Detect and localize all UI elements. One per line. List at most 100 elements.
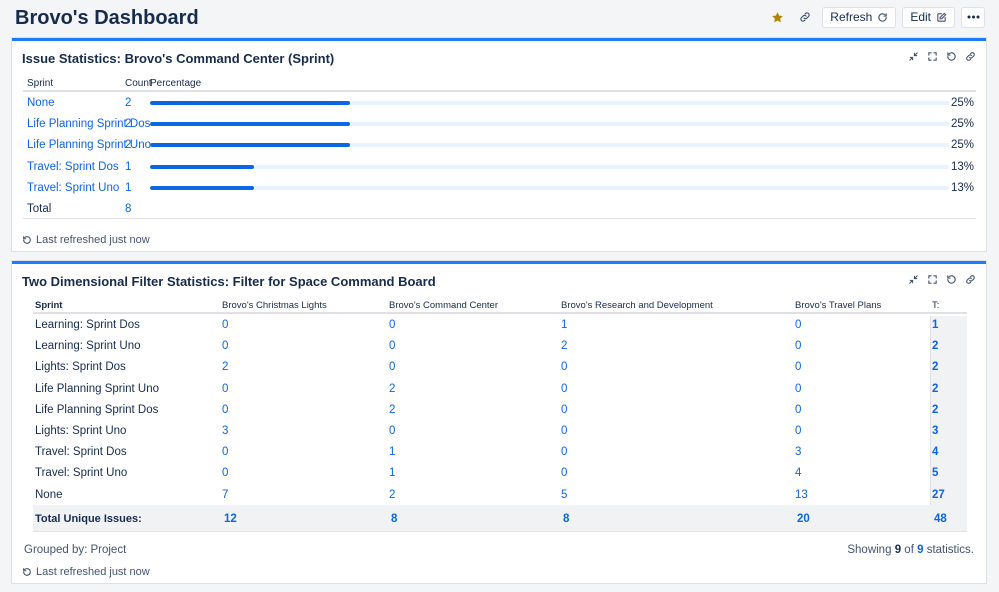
count-link[interactable]: 2	[125, 139, 131, 151]
maximize-button[interactable]	[926, 50, 938, 62]
refresh-gadget-button[interactable]	[945, 50, 957, 62]
two-dimensional-table: Sprint Brovo's Christmas Lights Brovo's …	[33, 300, 967, 532]
cell-value-link[interactable]: 0	[389, 425, 395, 437]
cell-value-link[interactable]: 0	[561, 383, 567, 395]
row-total-link[interactable]: 1	[932, 319, 938, 331]
cell-value-link[interactable]: 0	[795, 319, 801, 331]
cell-value-link[interactable]: 0	[561, 425, 567, 437]
sprint-name: Life Planning Sprint Uno	[35, 382, 160, 395]
row-total-link[interactable]: 2	[932, 404, 938, 416]
table-row: Learning: Sprint Uno 0 0 2 0 2	[33, 335, 967, 356]
table-row: Life Planning Sprint Uno 0 2 0 0 2	[33, 378, 967, 399]
cell-value-link[interactable]: 0	[795, 361, 801, 373]
minimize-button[interactable]	[907, 50, 919, 62]
cell-value-link[interactable]: 3	[795, 446, 801, 458]
issue-statistics-gadget: Issue Statistics: Brovo's Command Center…	[12, 38, 986, 251]
cell-value-link[interactable]: 2	[389, 489, 395, 501]
count-link[interactable]: 1	[125, 182, 131, 194]
table-header: Sprint Brovo's Christmas Lights Brovo's …	[33, 300, 967, 314]
edit-button[interactable]: Edit	[902, 6, 955, 28]
row-total-link[interactable]: 2	[932, 340, 938, 352]
cell-value-link[interactable]: 0	[222, 446, 228, 458]
refresh-button-label: Refresh	[830, 10, 873, 24]
cell-value-link[interactable]: 0	[389, 319, 395, 331]
cell-value-link[interactable]: 7	[222, 489, 228, 501]
row-total-link[interactable]: 2	[932, 383, 938, 395]
total-value-link[interactable]: 8	[563, 513, 569, 525]
more-icon	[967, 15, 979, 19]
grand-total-link[interactable]: 48	[934, 513, 947, 525]
cell-value-link[interactable]: 0	[795, 404, 801, 416]
refresh-gadget-button[interactable]	[945, 273, 957, 285]
cell-value-link[interactable]: 0	[222, 467, 228, 479]
count-link[interactable]: 2	[125, 97, 131, 109]
cell-value-link[interactable]: 0	[222, 340, 228, 352]
percentage-bar	[150, 122, 949, 127]
row-total-link[interactable]: 4	[932, 446, 938, 458]
cell-value-link[interactable]: 0	[389, 361, 395, 373]
cell-value-link[interactable]: 13	[795, 489, 808, 501]
row-total-link[interactable]: 5	[932, 467, 938, 479]
sprint-link[interactable]: None	[27, 97, 55, 109]
link-icon	[800, 12, 810, 22]
row-total-link[interactable]: 2	[932, 361, 938, 373]
refresh-button[interactable]: Refresh	[822, 6, 897, 28]
gadget-link-button[interactable]	[964, 50, 976, 62]
link-icon	[965, 274, 975, 284]
count-link[interactable]: 1	[125, 161, 131, 173]
total-count-link[interactable]: 8	[125, 203, 131, 215]
total-value-link[interactable]: 20	[797, 513, 810, 525]
total-value-link[interactable]: 8	[391, 513, 397, 525]
cell-value-link[interactable]: 0	[795, 425, 801, 437]
showing-of: of	[904, 544, 914, 556]
gadget-link-button[interactable]	[964, 273, 976, 285]
gadget-title: Issue Statistics: Brovo's Command Center…	[22, 51, 335, 66]
cell-value-link[interactable]: 0	[561, 446, 567, 458]
sprint-link[interactable]: Travel: Sprint Uno	[27, 182, 119, 194]
table-row: Travel: Sprint Dos 1 13%	[23, 156, 976, 177]
more-actions-button[interactable]	[961, 6, 985, 28]
sprint-link[interactable]: Life Planning Sprint Dos	[27, 118, 150, 130]
cell-value-link[interactable]: 2	[389, 383, 395, 395]
cell-value-link[interactable]: 3	[222, 425, 228, 437]
table-row: None 2 25%	[23, 92, 976, 113]
column-header-sprint: Sprint	[35, 300, 63, 311]
row-total-link[interactable]: 3	[932, 425, 938, 437]
issue-statistics-table: Sprint Count Percentage None 2 25% Life …	[23, 78, 976, 219]
cell-value-link[interactable]: 2	[389, 404, 395, 416]
cell-value-link[interactable]: 0	[222, 404, 228, 416]
cell-value-link[interactable]: 0	[222, 319, 228, 331]
cell-value-link[interactable]: 5	[561, 489, 567, 501]
minimize-button[interactable]	[907, 273, 919, 285]
cell-value-link[interactable]: 0	[561, 467, 567, 479]
column-header-project: Brovo's Travel Plans	[795, 300, 882, 311]
cell-value-link[interactable]: 4	[795, 467, 801, 479]
cell-value-link[interactable]: 0	[389, 340, 395, 352]
cell-value-link[interactable]: 2	[561, 340, 567, 352]
count-link[interactable]: 2	[125, 118, 131, 130]
cell-value-link[interactable]: 2	[222, 361, 228, 373]
total-value-link[interactable]: 12	[224, 513, 237, 525]
cell-value-link[interactable]: 0	[561, 404, 567, 416]
sprint-link[interactable]: Life Planning Sprint Uno	[27, 139, 151, 151]
star-button[interactable]	[766, 6, 788, 28]
row-total-link[interactable]: 27	[932, 489, 945, 501]
column-header-percentage: Percentage	[150, 78, 202, 89]
maximize-button[interactable]	[926, 273, 938, 285]
table-row: Lights: Sprint Uno 3 0 0 0 3	[33, 420, 967, 441]
cell-value-link[interactable]: 1	[389, 446, 395, 458]
percentage-bar	[150, 101, 949, 105]
sprint-link[interactable]: Travel: Sprint Dos	[27, 161, 119, 173]
showing-total-link[interactable]: 9	[917, 544, 923, 556]
cell-value-link[interactable]: 0	[795, 383, 801, 395]
copy-link-button[interactable]	[794, 6, 816, 28]
cell-value-link[interactable]: 0	[795, 340, 801, 352]
cell-value-link[interactable]: 0	[222, 383, 228, 395]
total-row: Total 8	[23, 198, 976, 219]
column-header-project: Brovo's Command Center	[389, 300, 498, 311]
cell-value-link[interactable]: 1	[561, 319, 567, 331]
cell-value-link[interactable]: 0	[561, 361, 567, 373]
cell-value-link[interactable]: 1	[389, 467, 395, 479]
percentage-bar	[150, 143, 949, 148]
sprint-name: Travel: Sprint Dos	[35, 446, 127, 459]
